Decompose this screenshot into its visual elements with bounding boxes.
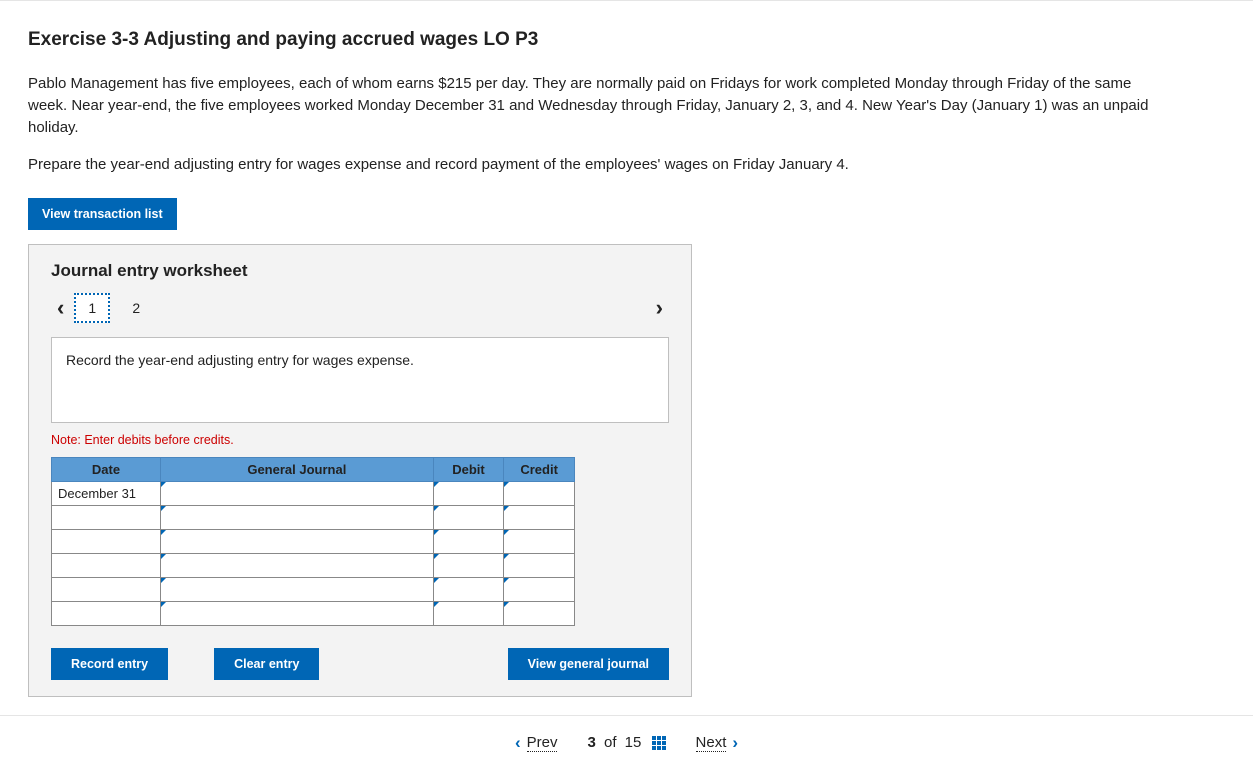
- table-row: [52, 602, 575, 626]
- debit-cell[interactable]: [433, 602, 504, 626]
- chevron-left-icon: ‹: [515, 733, 521, 753]
- date-cell[interactable]: [52, 578, 161, 602]
- debit-cell[interactable]: [433, 506, 504, 530]
- journal-entry-table: Date General Journal Debit Credit Decemb…: [51, 457, 575, 626]
- col-debit: Debit: [433, 458, 504, 482]
- date-cell[interactable]: [52, 554, 161, 578]
- credit-cell[interactable]: [504, 482, 575, 506]
- credit-cell[interactable]: [504, 578, 575, 602]
- exercise-title: Exercise 3-3 Adjusting and paying accrue…: [28, 29, 1225, 51]
- date-cell[interactable]: [52, 602, 161, 626]
- grid-icon[interactable]: [652, 736, 666, 750]
- pager: ‹ Prev 3 of 15 Next ›: [0, 715, 1253, 769]
- account-cell[interactable]: [161, 530, 434, 554]
- next-button[interactable]: Next ›: [696, 733, 739, 753]
- account-cell[interactable]: [161, 506, 434, 530]
- table-row: [52, 506, 575, 530]
- account-cell[interactable]: [161, 554, 434, 578]
- table-row: [52, 530, 575, 554]
- date-cell[interactable]: [52, 530, 161, 554]
- journal-worksheet: Journal entry worksheet ‹ 1 2 › Record t…: [28, 244, 692, 697]
- tab-next-icon[interactable]: ›: [650, 295, 669, 321]
- problem-paragraph-2: Prepare the year-end adjusting entry for…: [28, 154, 1168, 176]
- credit-cell[interactable]: [504, 602, 575, 626]
- table-row: December 31: [52, 482, 575, 506]
- debit-cell[interactable]: [433, 554, 504, 578]
- credit-cell[interactable]: [504, 530, 575, 554]
- tab-prev-icon[interactable]: ‹: [51, 295, 70, 321]
- table-row: [52, 578, 575, 602]
- prev-button[interactable]: ‹ Prev: [515, 733, 558, 753]
- tab-1[interactable]: 1: [74, 293, 110, 323]
- chevron-right-icon: ›: [732, 733, 738, 753]
- table-row: [52, 554, 575, 578]
- worksheet-title: Journal entry worksheet: [51, 261, 669, 281]
- clear-entry-button[interactable]: Clear entry: [214, 648, 319, 680]
- account-cell[interactable]: [161, 602, 434, 626]
- account-cell[interactable]: [161, 578, 434, 602]
- credit-cell[interactable]: [504, 506, 575, 530]
- date-cell[interactable]: [52, 506, 161, 530]
- debits-before-credits-note: Note: Enter debits before credits.: [51, 433, 669, 447]
- view-transaction-list-button[interactable]: View transaction list: [28, 198, 177, 230]
- account-cell[interactable]: [161, 482, 434, 506]
- credit-cell[interactable]: [504, 554, 575, 578]
- record-entry-button[interactable]: Record entry: [51, 648, 168, 680]
- view-general-journal-button[interactable]: View general journal: [508, 648, 669, 680]
- col-general-journal: General Journal: [161, 458, 434, 482]
- col-credit: Credit: [504, 458, 575, 482]
- tab-2[interactable]: 2: [118, 293, 154, 323]
- entry-instruction: Record the year-end adjusting entry for …: [51, 337, 669, 423]
- debit-cell[interactable]: [433, 482, 504, 506]
- problem-paragraph-1: Pablo Management has five employees, eac…: [28, 73, 1168, 138]
- page-indicator: 3 of 15: [587, 734, 665, 751]
- date-cell[interactable]: December 31: [52, 482, 161, 506]
- debit-cell[interactable]: [433, 578, 504, 602]
- col-date: Date: [52, 458, 161, 482]
- debit-cell[interactable]: [433, 530, 504, 554]
